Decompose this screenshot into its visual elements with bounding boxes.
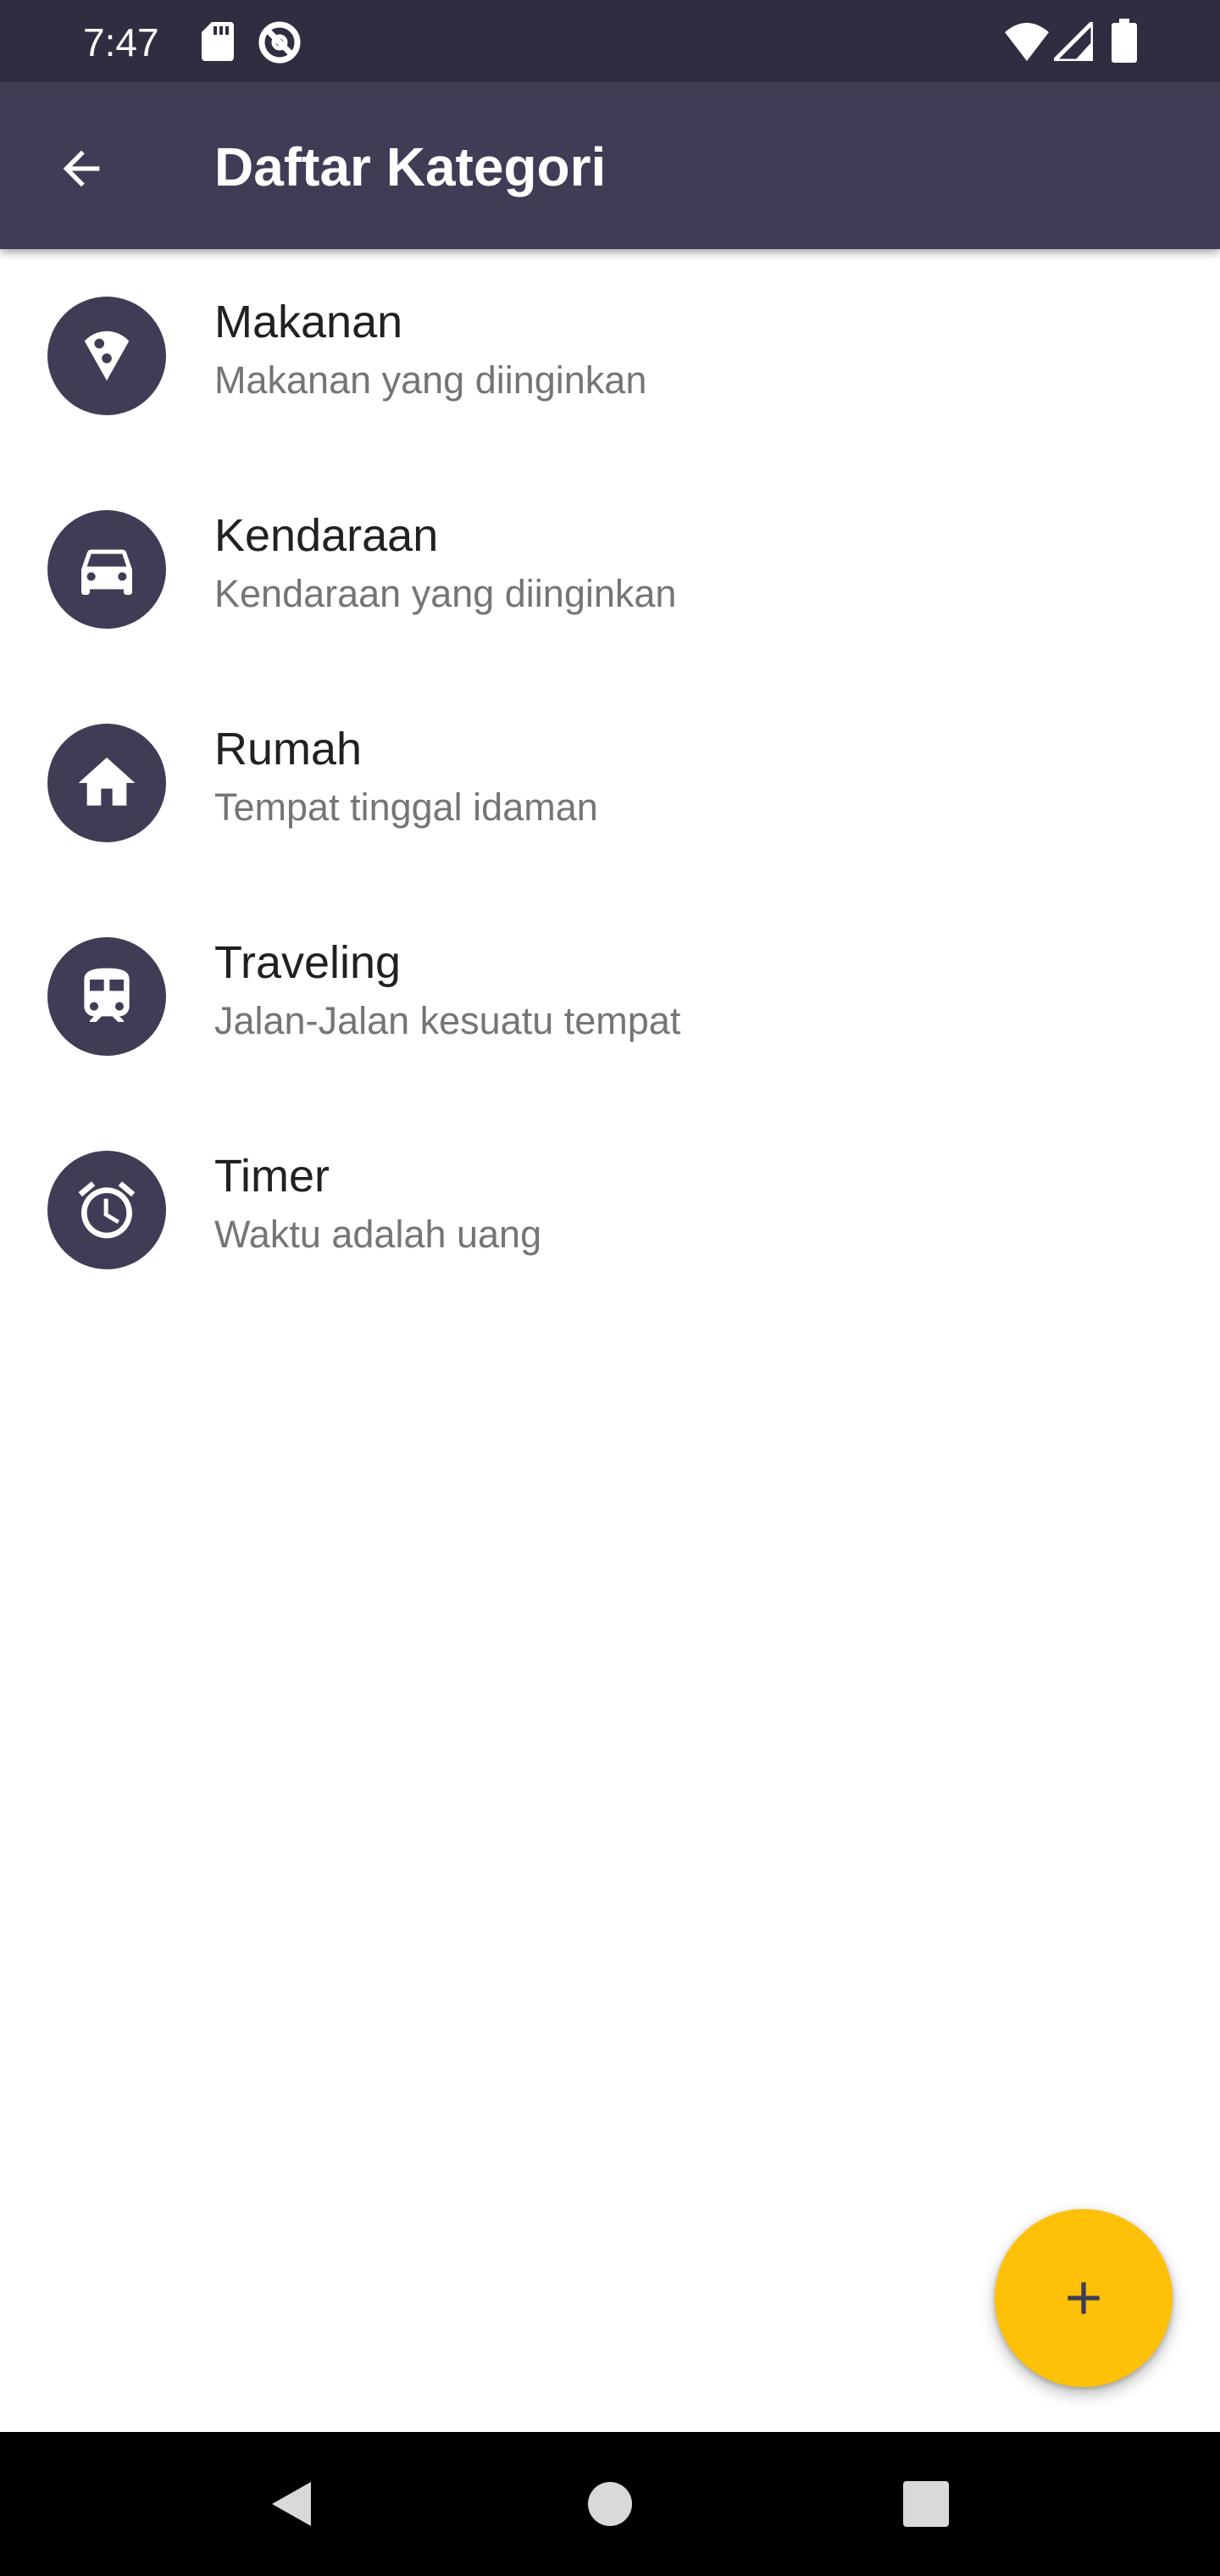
cell-signal-icon <box>1054 22 1093 61</box>
app-bar: Daftar Kategori <box>0 82 1220 249</box>
item-subtitle: Kendaraan yang diinginkan <box>214 572 677 615</box>
avatar <box>47 510 166 629</box>
avatar <box>47 297 166 415</box>
item-title: Timer <box>214 1151 330 1202</box>
item-title: Traveling <box>214 937 402 988</box>
list-item-makanan[interactable]: Makanan Makanan yang diinginkan <box>0 249 1220 463</box>
item-subtitle: Waktu adalah uang <box>214 1213 542 1256</box>
add-category-button[interactable] <box>995 2209 1173 2387</box>
train-icon <box>84 968 130 1022</box>
item-title: Rumah <box>214 724 363 774</box>
nav-recents-icon <box>903 2481 949 2527</box>
screen: 7:47 Daftar Kategori Makanan Makanan yan… <box>0 0 1220 2576</box>
avatar <box>47 937 166 1056</box>
item-subtitle: Jalan-Jalan kesuatu tempat <box>214 999 681 1042</box>
plus-icon <box>1068 2282 1100 2314</box>
category-list: Makanan Makanan yang diinginkan Kendaraa… <box>0 249 1220 1317</box>
home-icon <box>78 758 136 806</box>
avatar <box>47 1151 166 1269</box>
list-item-rumah[interactable]: Rumah Tempat tinggal idaman <box>0 676 1220 890</box>
nav-recents-button[interactable] <box>884 2462 968 2546</box>
item-subtitle: Makanan yang diinginkan <box>214 358 647 402</box>
list-item-traveling[interactable]: Traveling Jalan-Jalan kesuatu tempat <box>0 890 1220 1103</box>
nav-home-icon <box>588 2482 632 2526</box>
item-title: Makanan <box>214 297 403 347</box>
battery-icon <box>1112 19 1137 63</box>
pizza-icon <box>84 330 130 381</box>
car-icon <box>81 549 132 595</box>
nav-back-button[interactable] <box>248 2462 333 2546</box>
status-time: 7:47 <box>83 20 159 64</box>
avatar <box>47 724 166 842</box>
list-item-timer[interactable]: Timer Waktu adalah uang <box>0 1103 1220 1317</box>
back-button[interactable] <box>41 128 122 209</box>
status-bar: 7:47 <box>0 0 1220 82</box>
alarm-icon <box>78 1181 136 1239</box>
page-title: Daftar Kategori <box>214 136 607 197</box>
sd-card-icon <box>202 22 234 61</box>
wifi-icon <box>1005 23 1049 61</box>
nav-home-button[interactable] <box>568 2462 652 2546</box>
system-nav-bar <box>0 2432 1220 2576</box>
list-item-kendaraan[interactable]: Kendaraan Kendaraan yang diinginkan <box>0 463 1220 676</box>
arrow-back-icon <box>63 150 100 187</box>
do-not-disturb-icon <box>258 21 301 64</box>
item-subtitle: Tempat tinggal idaman <box>214 786 598 829</box>
nav-back-icon <box>272 2482 311 2526</box>
item-title: Kendaraan <box>214 510 439 561</box>
